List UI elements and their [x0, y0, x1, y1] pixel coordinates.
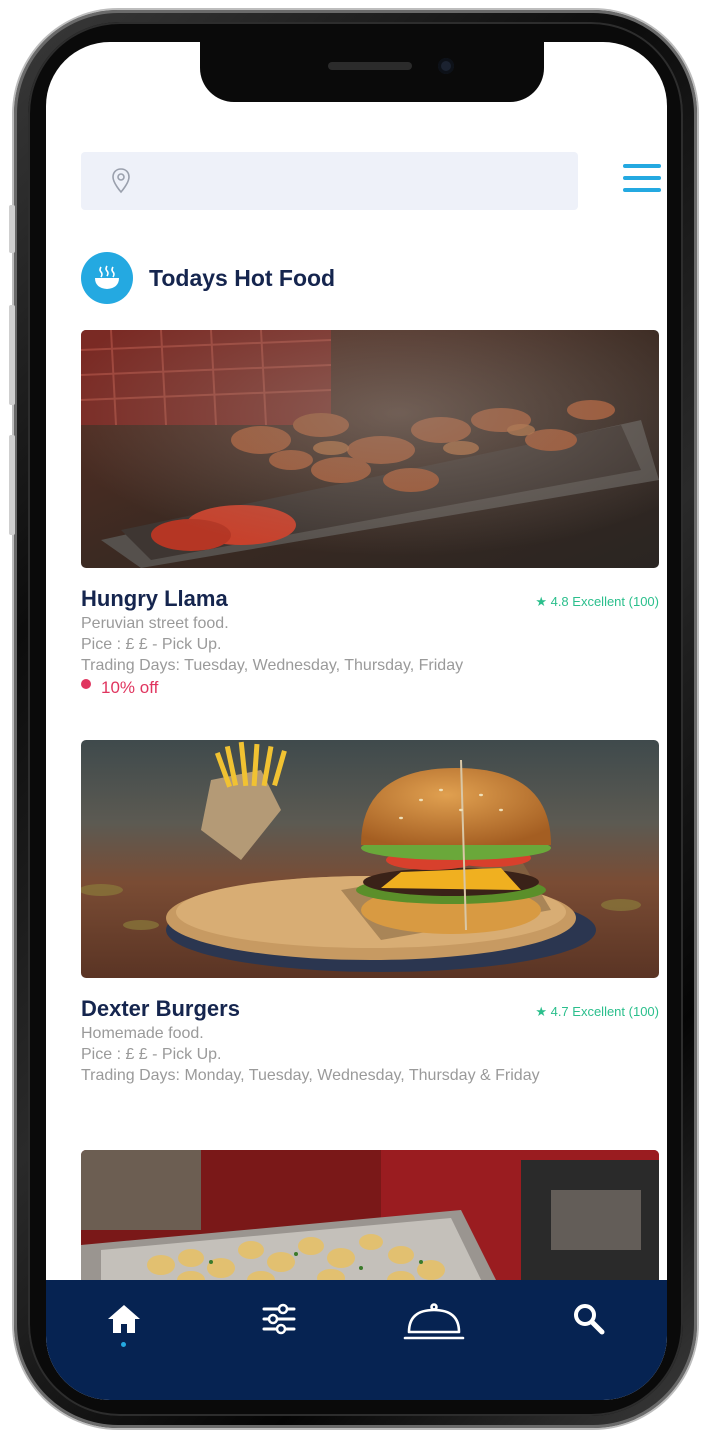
restaurant-card[interactable]: Hungry Llama ★ 4.8 Excellent (100) Peruv…	[81, 330, 659, 698]
offer-text: 10% off	[101, 678, 159, 697]
price-info: Pice : £ £ - Pick Up.	[81, 636, 222, 653]
filter-sliders-icon	[262, 1303, 296, 1335]
location-search-input[interactable]	[139, 152, 563, 212]
restaurant-name[interactable]: Dexter Burgers	[81, 996, 240, 1022]
restaurant-description: Peruvian street food.	[81, 615, 229, 632]
offer-tag-icon	[81, 679, 91, 689]
restaurant-card[interactable]: Dexter Burgers ★ 4.7 Excellent (100) Hom…	[81, 740, 659, 1085]
burger-photo[interactable]	[81, 740, 659, 978]
active-indicator	[121, 1342, 127, 1347]
section-title: Todays Hot Food	[149, 264, 336, 291]
section-header: Todays Hot Food	[81, 252, 335, 304]
speaker	[328, 62, 412, 70]
volume-down-button	[9, 435, 15, 535]
grilled-meat-photo[interactable]	[81, 330, 659, 568]
hot-bowl-icon	[81, 252, 133, 304]
offer-badge: 10% off	[81, 678, 659, 698]
nav-search[interactable]	[549, 1302, 629, 1362]
rating-text: 4.8 Excellent (100)	[550, 594, 659, 609]
volume-up-button	[9, 305, 15, 405]
search-icon	[574, 1304, 605, 1335]
rating-text: 4.7 Excellent (100)	[550, 1004, 659, 1019]
nav-orders[interactable]	[394, 1302, 474, 1362]
rating: ★ 4.7 Excellent (100)	[535, 1004, 659, 1020]
mute-switch	[9, 205, 15, 253]
trading-days: Trading Days: Tuesday, Wednesday, Thursd…	[81, 657, 464, 674]
nav-home[interactable]	[84, 1302, 164, 1362]
notch	[200, 42, 544, 102]
home-icon	[107, 1305, 140, 1333]
hamburger-menu-icon[interactable]	[623, 164, 661, 196]
bottom-navigation	[46, 1280, 667, 1400]
price-info: Pice : £ £ - Pick Up.	[81, 1046, 222, 1063]
restaurant-card[interactable]	[81, 1150, 659, 1290]
nav-filters[interactable]	[239, 1302, 319, 1362]
front-camera	[438, 58, 454, 74]
star-icon: ★	[535, 1004, 547, 1019]
potatoes-buffet-photo[interactable]	[81, 1150, 659, 1290]
rating: ★ 4.8 Excellent (100)	[535, 594, 659, 610]
star-icon: ★	[535, 594, 547, 609]
food-cloche-icon	[403, 1303, 465, 1340]
location-pin-icon	[112, 168, 130, 194]
restaurant-name[interactable]: Hungry Llama	[81, 586, 228, 612]
location-search-bar[interactable]	[81, 152, 578, 212]
trading-days: Trading Days: Monday, Tuesday, Wednesday…	[81, 1067, 540, 1084]
app-screen: Todays Hot Food Hungry Llama ★ 4.8 Excel…	[46, 42, 667, 1400]
restaurant-description: Homemade food.	[81, 1025, 204, 1042]
